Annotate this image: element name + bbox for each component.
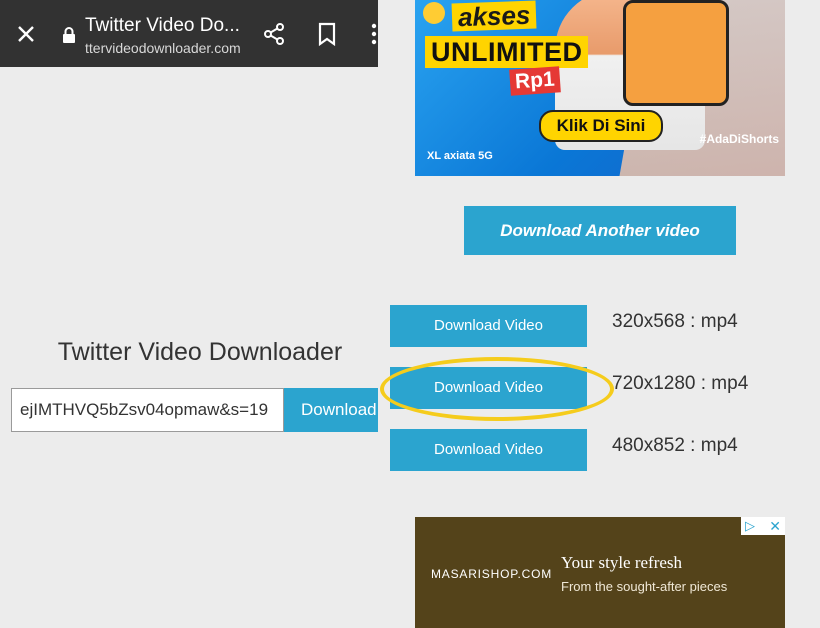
lock-icon bbox=[63, 27, 75, 43]
ad-emoji-icon bbox=[423, 2, 445, 24]
download-video-button-480[interactable]: Download Video bbox=[390, 429, 587, 471]
ad-brand: MASARISHOP.COM bbox=[431, 567, 552, 581]
close-ad-icon[interactable]: ✕ bbox=[769, 517, 781, 535]
resolution-label-720: 720x1280 : mp4 bbox=[612, 373, 749, 394]
ad-price-text: Rp1 bbox=[509, 66, 561, 96]
resolution-label-320: 320x568 : mp4 bbox=[612, 311, 738, 332]
bookmark-icon[interactable] bbox=[316, 22, 338, 46]
adchoices-badge[interactable]: ▷ ✕ bbox=[741, 517, 785, 535]
tab-url: ttervideodownloader.com bbox=[85, 40, 241, 56]
ad-subtext: From the sought-after pieces bbox=[561, 579, 728, 594]
ad-akses-text: akses bbox=[451, 0, 537, 32]
tab-title: Twitter Video Do... bbox=[85, 15, 240, 36]
ad-headline: Your style refresh bbox=[561, 553, 683, 572]
download-another-button[interactable]: Download Another video bbox=[464, 206, 736, 255]
download-video-button-320[interactable]: Download Video bbox=[390, 305, 587, 347]
ad-hashtag: #AdaDiShorts bbox=[699, 132, 779, 146]
ad-phone-image bbox=[623, 0, 729, 106]
resolution-label-480: 480x852 : mp4 bbox=[612, 435, 738, 456]
highlight-annotation bbox=[380, 357, 614, 421]
page-title: Twitter Video Downloader bbox=[57, 338, 343, 366]
more-vert-icon[interactable] bbox=[368, 22, 378, 46]
ad-cta-button[interactable]: Klik Di Sini bbox=[539, 110, 663, 142]
ad-brand-logo: XL axiata 5G bbox=[427, 150, 493, 162]
left-screenshot: Twitter Video Do... ttervideodownloader.… bbox=[0, 0, 378, 628]
ad-banner-bottom[interactable]: ▷ ✕ MASARISHOP.COM Your style refresh Fr… bbox=[415, 517, 785, 628]
close-icon[interactable] bbox=[14, 22, 38, 46]
adchoices-icon: ▷ bbox=[745, 518, 755, 533]
right-screenshot: akses UNLIMITED Rp1 Klik Di Sini #AdaDiS… bbox=[378, 0, 820, 628]
ad-banner-top[interactable]: akses UNLIMITED Rp1 Klik Di Sini #AdaDiS… bbox=[415, 0, 785, 176]
browser-toolbar: Twitter Video Do... ttervideodownloader.… bbox=[0, 0, 378, 67]
share-icon[interactable] bbox=[262, 22, 286, 46]
ad-unlimited-text: UNLIMITED bbox=[425, 36, 589, 68]
download-button[interactable]: Download bbox=[284, 388, 378, 432]
url-input-value: ejIMTHVQ5bZsv04opmaw&s=19 bbox=[20, 400, 269, 419]
url-input[interactable]: ejIMTHVQ5bZsv04opmaw&s=19 bbox=[11, 388, 284, 432]
